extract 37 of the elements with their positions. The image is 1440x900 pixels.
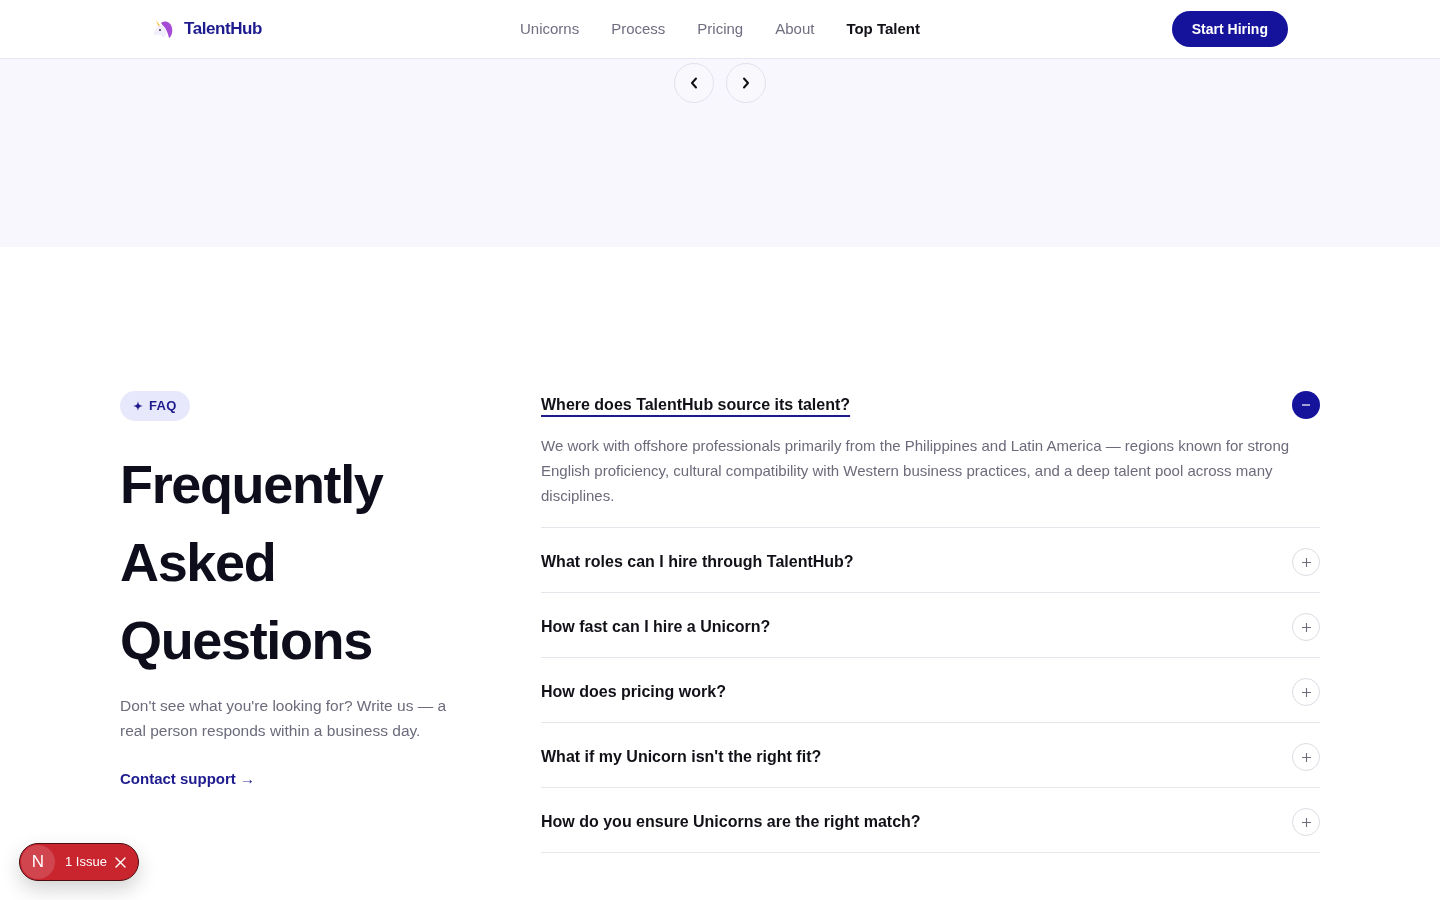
nav-link[interactable]: Pricing [697, 17, 744, 41]
faq-question[interactable]: How do you ensure Unicorns are the right match? [541, 810, 921, 834]
expand-button[interactable] [1292, 808, 1320, 836]
close-icon [114, 856, 126, 868]
chevron-right-icon [742, 77, 750, 89]
faq-question[interactable]: How does pricing work? [541, 680, 726, 704]
faq-question[interactable]: How fast can I hire a Unicorn? [541, 615, 771, 639]
nav-link[interactable]: About [775, 17, 815, 41]
expand-button[interactable] [1292, 548, 1320, 576]
nav-link[interactable]: Top Talent [846, 17, 920, 41]
collapse-button[interactable] [1292, 391, 1320, 419]
faq-heading: Frequently Asked Questions [120, 453, 385, 672]
minus-icon [1302, 404, 1310, 406]
faq-question[interactable]: What roles can I hire through TalentHub? [541, 550, 854, 574]
plus-icon [1301, 752, 1311, 762]
nav-link[interactable]: Process [611, 17, 666, 41]
plus-icon [1301, 817, 1311, 827]
plus-icon [1301, 687, 1311, 697]
contact-support-link[interactable]: Contact support → [120, 768, 255, 791]
expand-button[interactable] [1292, 743, 1320, 771]
sparkle-icon [133, 401, 143, 411]
faq-question[interactable]: Where does TalentHub source its talent? [541, 393, 851, 417]
plus-icon [1301, 557, 1311, 567]
issues-button[interactable]: 1 Issue [65, 852, 107, 872]
brand-name[interactable]: TalentHub [184, 16, 263, 42]
chevron-left-icon [690, 77, 698, 89]
faq-answer: We work with offshore professionals primarily from the Philippines and Latin America — regions known for strong English proficiency, cultural compatibility with Western business practices, and a deep talent pool across many disciplines. [541, 436, 1291, 506]
nav-link[interactable]: Unicorns [519, 17, 580, 41]
faq-question[interactable]: What if my Unicorn isn't the right fit? [541, 745, 822, 769]
close-button[interactable] [114, 856, 126, 868]
expand-button[interactable] [1292, 613, 1320, 641]
expand-button[interactable] [1292, 678, 1320, 706]
faq-intro: Don't see what you're looking for? Write us — a real person responds within a business day. [120, 696, 448, 741]
logo-button[interactable]: N [21, 845, 55, 879]
plus-icon [1301, 622, 1311, 632]
start-hiring-button[interactable]: Start Hiring [1171, 11, 1288, 47]
faq-badge-label: FAQ [149, 397, 177, 416]
